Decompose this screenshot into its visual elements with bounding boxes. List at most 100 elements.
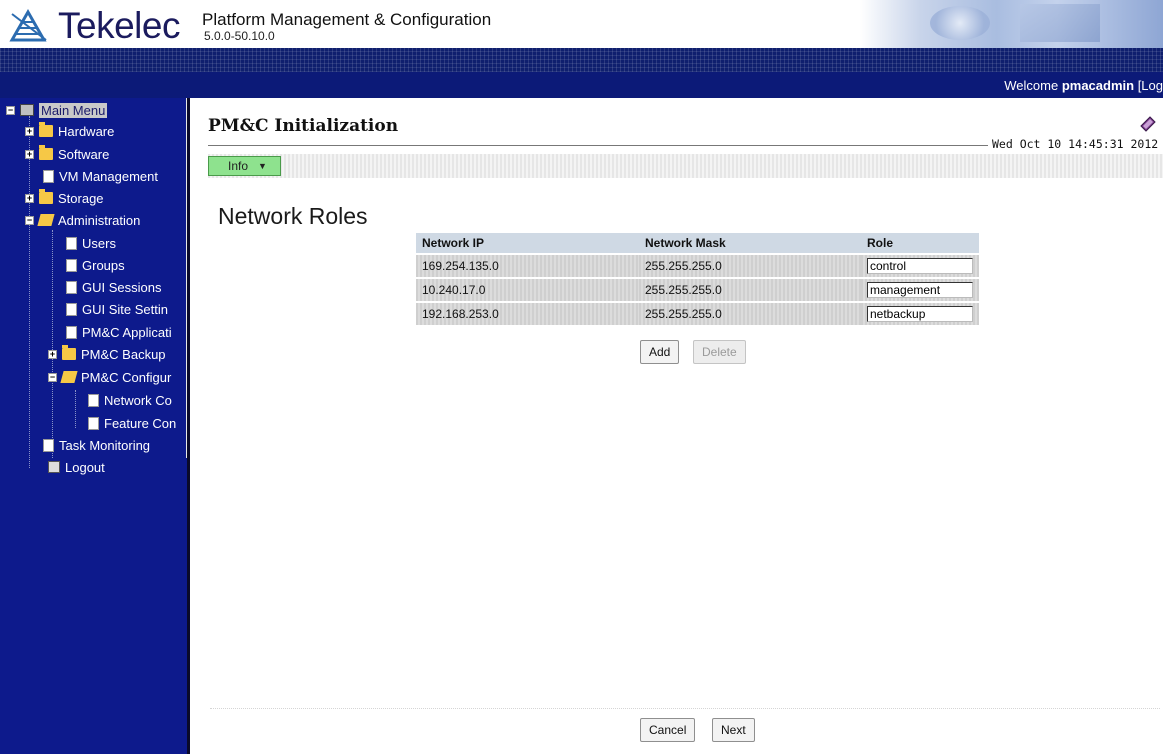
expand-icon[interactable]: + bbox=[25, 149, 34, 159]
tree-item-administration[interactable]: − Administration bbox=[25, 210, 140, 230]
info-label: Info bbox=[228, 159, 249, 173]
tree-item-gui-sessions[interactable]: GUI Sessions bbox=[66, 277, 161, 297]
computer-icon bbox=[20, 104, 34, 116]
tree-label: VM Management bbox=[59, 168, 158, 184]
folder-icon bbox=[39, 145, 53, 160]
role-input[interactable] bbox=[867, 282, 973, 298]
tree-label: GUI Site Settin bbox=[82, 301, 168, 317]
cancel-button[interactable]: Cancel bbox=[640, 718, 696, 742]
tree-item-vm-management[interactable]: VM Management bbox=[43, 166, 158, 186]
table-row[interactable]: 10.240.17.0 255.255.255.0 bbox=[416, 279, 979, 301]
tree-label: PM&C Applicati bbox=[82, 324, 172, 340]
role-input[interactable] bbox=[867, 258, 973, 274]
network-ip-cell: 169.254.135.0 bbox=[416, 255, 639, 277]
welcome-text: Welcome pmacadmin [Log bbox=[1004, 78, 1163, 93]
footer-divider bbox=[210, 708, 1160, 710]
folder-icon bbox=[62, 345, 76, 360]
tree-item-groups[interactable]: Groups bbox=[66, 255, 125, 275]
network-ip-cell: 10.240.17.0 bbox=[416, 279, 639, 301]
tree-main-menu[interactable]: − Main Menu bbox=[6, 100, 108, 120]
network-mask-cell: 255.255.255.0 bbox=[639, 303, 861, 325]
sidebar-scrollbar[interactable] bbox=[186, 98, 187, 458]
role-cell bbox=[861, 303, 979, 325]
app-header: Tekelec Platform Management & Configurat… bbox=[0, 0, 1163, 48]
folder-icon bbox=[39, 122, 53, 137]
tree-item-pmac-application[interactable]: PM&C Applicati bbox=[66, 322, 172, 342]
tree-label: GUI Sessions bbox=[82, 279, 162, 295]
info-dropdown-button[interactable]: Info ▼ bbox=[208, 156, 281, 176]
tree-label: Task Monitoring bbox=[59, 437, 151, 453]
page-title: PM&C Initialization bbox=[208, 116, 399, 136]
tree-label: PM&C Backup bbox=[81, 346, 166, 362]
tree-item-logout[interactable]: Logout bbox=[48, 457, 105, 477]
tree-label: Hardware bbox=[58, 123, 115, 139]
tree-label: Users bbox=[82, 235, 116, 251]
folder-open-icon bbox=[60, 371, 78, 383]
column-header-network-mask: Network Mask bbox=[639, 233, 861, 253]
tree-item-feature-config[interactable]: Feature Con bbox=[88, 413, 176, 433]
tree-label: Groups bbox=[82, 257, 125, 273]
tree-item-task-monitoring[interactable]: Task Monitoring bbox=[43, 435, 150, 455]
role-cell bbox=[861, 255, 979, 277]
tree-item-software[interactable]: + Software bbox=[25, 144, 109, 164]
column-header-role: Role bbox=[861, 233, 979, 253]
tree-label: Logout bbox=[65, 459, 105, 475]
document-icon bbox=[88, 416, 99, 430]
tree-label: Feature Con bbox=[104, 415, 177, 431]
role-input[interactable] bbox=[867, 306, 973, 322]
document-icon bbox=[66, 325, 77, 339]
network-mask-cell: 255.255.255.0 bbox=[639, 255, 861, 277]
column-header-network-ip: Network IP bbox=[416, 233, 639, 253]
tree-label: Software bbox=[58, 146, 110, 162]
document-icon bbox=[66, 258, 77, 272]
table-header-row: Network IP Network Mask Role bbox=[416, 233, 979, 253]
logout-link-partial[interactable]: [Log bbox=[1134, 78, 1163, 93]
expand-icon[interactable]: + bbox=[48, 349, 57, 359]
tree-label: PM&C Configur bbox=[81, 369, 172, 385]
sidebar-nav-tree: − Main Menu + Hardware + Software VM Man… bbox=[0, 98, 190, 754]
delete-button[interactable]: Delete bbox=[693, 340, 746, 364]
table-row[interactable]: 169.254.135.0 255.255.255.0 bbox=[416, 255, 979, 277]
header-banner-image bbox=[860, 0, 1163, 48]
section-title: Network Roles bbox=[218, 203, 368, 229]
server-timestamp: Wed Oct 10 14:45:31 2012 bbox=[992, 137, 1159, 151]
expand-icon[interactable]: + bbox=[25, 126, 34, 136]
tree-item-pmac-configuration[interactable]: − PM&C Configur bbox=[48, 367, 171, 387]
tekelec-logo: Tekelec bbox=[8, 6, 180, 46]
collapse-icon[interactable]: − bbox=[48, 372, 57, 382]
app-version: 5.0.0-50.10.0 bbox=[204, 29, 275, 43]
tekelec-logo-icon bbox=[9, 8, 48, 42]
username: pmacadmin bbox=[1061, 78, 1135, 93]
tree-item-gui-site-settings[interactable]: GUI Site Settin bbox=[66, 299, 168, 319]
brand-name: Tekelec bbox=[58, 5, 180, 46]
folder-icon bbox=[39, 189, 53, 204]
title-divider bbox=[208, 145, 988, 146]
tree-label: Administration bbox=[58, 212, 141, 228]
tree-item-pmac-backup[interactable]: + PM&C Backup bbox=[48, 344, 166, 364]
collapse-icon[interactable]: − bbox=[6, 105, 15, 115]
dropdown-arrow-icon: ▼ bbox=[258, 161, 267, 171]
collapse-icon[interactable]: − bbox=[25, 215, 34, 225]
network-mask-cell: 255.255.255.0 bbox=[639, 279, 861, 301]
page-toolbar bbox=[208, 154, 1163, 178]
tree-item-network-config[interactable]: Network Co bbox=[88, 390, 172, 410]
expand-icon[interactable]: + bbox=[25, 193, 34, 203]
folder-open-icon bbox=[37, 214, 55, 226]
document-icon bbox=[43, 169, 54, 183]
role-cell bbox=[861, 279, 979, 301]
table-row[interactable]: 192.168.253.0 255.255.255.0 bbox=[416, 303, 979, 325]
next-button[interactable]: Next bbox=[712, 718, 755, 742]
help-book-icon[interactable] bbox=[1138, 114, 1158, 134]
document-icon bbox=[88, 393, 99, 407]
tree-item-storage[interactable]: + Storage bbox=[25, 188, 104, 208]
network-roles-table: Network IP Network Mask Role 169.254.135… bbox=[416, 231, 979, 327]
add-button[interactable]: Add bbox=[640, 340, 680, 364]
document-icon bbox=[43, 438, 54, 452]
tree-label: Network Co bbox=[104, 392, 172, 408]
network-ip-cell: 192.168.253.0 bbox=[416, 303, 639, 325]
tree-item-users[interactable]: Users bbox=[66, 233, 116, 253]
welcome-bar: Welcome pmacadmin [Log bbox=[0, 72, 1163, 98]
tree-item-hardware[interactable]: + Hardware bbox=[25, 121, 114, 141]
header-pattern-band bbox=[0, 48, 1163, 72]
app-title: Platform Management & Configuration bbox=[202, 10, 492, 29]
